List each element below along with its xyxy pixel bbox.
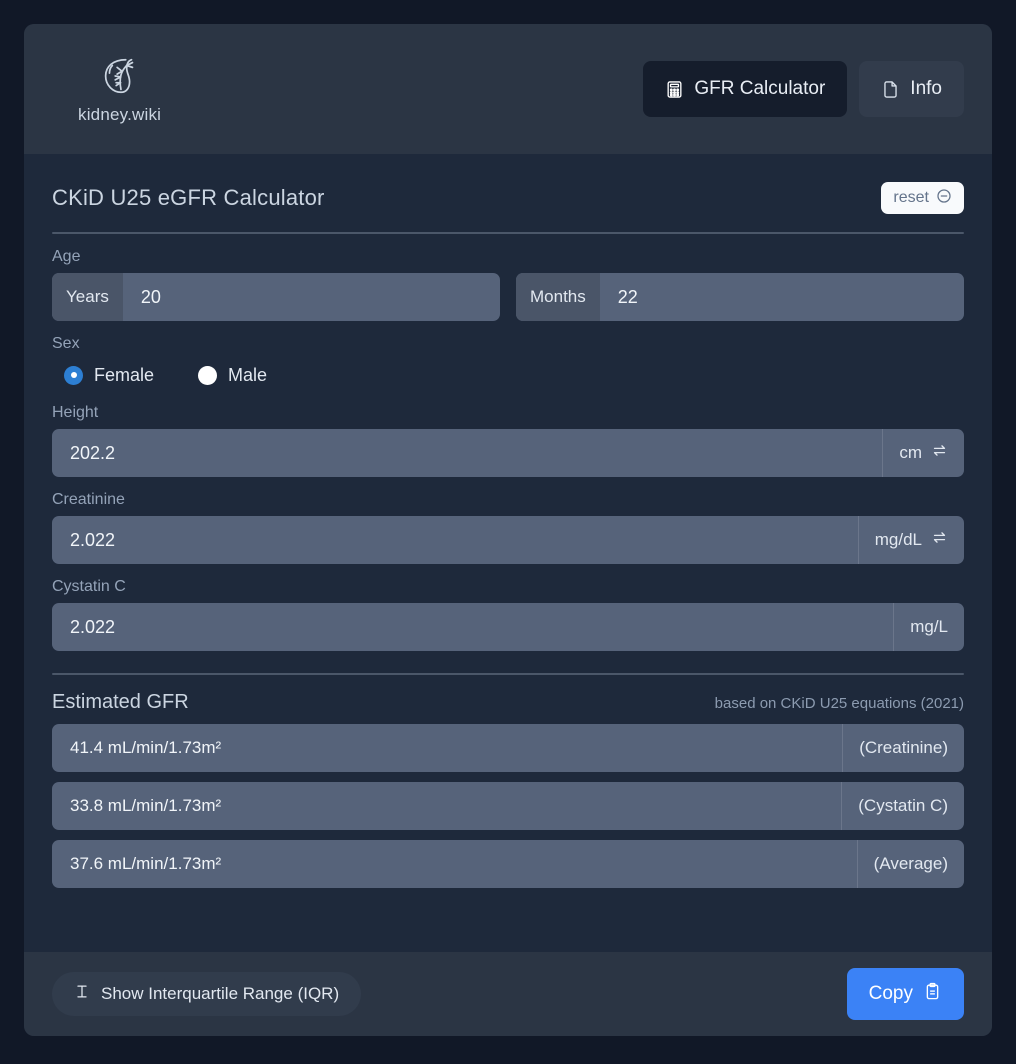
reset-label: reset [893, 189, 929, 206]
page-title: CKiD U25 eGFR Calculator [52, 185, 325, 210]
sex-option-label: Male [228, 364, 268, 385]
cystatin-c-label: Cystatin C [52, 578, 126, 595]
result-row-creatinine: 41.4 mL/min/1.73m² (Creatinine) [52, 724, 964, 772]
calculator-icon [665, 80, 684, 99]
height-field[interactable]: 202.2 cm [52, 429, 964, 477]
results-subtitle: based on CKiD U25 equations (2021) [714, 695, 964, 712]
swap-arrows-icon [931, 529, 948, 551]
results-divider [52, 673, 964, 675]
result-row-average: 37.6 mL/min/1.73m² (Average) [52, 840, 964, 888]
height-unit-label: cm [899, 443, 922, 462]
radio-male-icon[interactable] [198, 365, 218, 385]
result-source: (Cystatin C) [841, 782, 964, 830]
show-iqr-button[interactable]: Show Interquartile Range (IQR) [52, 972, 362, 1016]
cystatin-c-field[interactable]: 2.022 mg/L [52, 603, 964, 651]
calculator-window: kidney.wiki GFR Calculator Info CKiD U25… [24, 24, 992, 1036]
age-months-input[interactable]: 22 [600, 273, 964, 321]
copy-button[interactable]: Copy [846, 968, 964, 1020]
brand-name: kidney.wiki [78, 105, 162, 124]
height-label: Height [52, 404, 99, 421]
kidney-icon [97, 53, 143, 99]
age-years-prefix: Years [52, 273, 123, 321]
age-label: Age [52, 248, 81, 265]
age-years-input[interactable]: 20 [123, 273, 500, 321]
result-source: (Average) [856, 840, 964, 888]
sex-option-male[interactable]: Male [198, 365, 267, 386]
results-header: Estimated GFR based on CKiD U25 equation… [52, 691, 964, 714]
age-months-field[interactable]: Months 22 [516, 273, 964, 321]
result-value: 33.8 mL/min/1.73m² [70, 796, 222, 815]
tab-label: Info [910, 78, 942, 99]
tab-gfr-calculator[interactable]: GFR Calculator [643, 61, 848, 117]
result-value: 37.6 mL/min/1.73m² [70, 854, 222, 873]
results-title: Estimated GFR [52, 691, 189, 713]
result-value: 41.4 mL/min/1.73m² [70, 738, 222, 757]
panel-title-row: CKiD U25 eGFR Calculator reset [52, 178, 964, 218]
height-input[interactable]: 202.2 [52, 429, 882, 477]
height-unit-toggle[interactable]: cm [882, 429, 964, 477]
circle-minus-icon [936, 188, 952, 209]
header-tabs: GFR Calculator Info [643, 61, 964, 117]
title-divider [52, 232, 964, 234]
sex-option-label: Female [94, 364, 155, 385]
app-header: kidney.wiki GFR Calculator Info [24, 24, 992, 154]
calculator-form: CKiD U25 eGFR Calculator reset Age Years… [24, 154, 992, 938]
creatinine-field[interactable]: 2.022 mg/dL [52, 516, 964, 564]
age-row: Years 20 Months 22 [52, 273, 964, 321]
error-bar-icon [74, 983, 90, 1005]
sex-label: Sex [52, 335, 80, 352]
brand: kidney.wiki [52, 53, 161, 125]
clipboard-icon [923, 982, 942, 1007]
cystatin-c-unit-label: mg/L [893, 603, 964, 651]
tab-label: GFR Calculator [694, 78, 826, 99]
document-icon [881, 80, 900, 99]
age-months-prefix: Months [516, 273, 600, 321]
age-years-field[interactable]: Years 20 [52, 273, 500, 321]
tab-info[interactable]: Info [859, 61, 964, 117]
swap-arrows-icon [931, 442, 948, 464]
result-source: (Creatinine) [842, 724, 964, 772]
sex-option-female[interactable]: Female [64, 365, 154, 386]
reset-button[interactable]: reset [881, 182, 964, 214]
creatinine-unit-label: mg/dL [874, 530, 922, 549]
result-row-cystatin-c: 33.8 mL/min/1.73m² (Cystatin C) [52, 782, 964, 830]
creatinine-label: Creatinine [52, 491, 125, 508]
sex-radio-group: Female Male [52, 360, 964, 390]
show-iqr-label: Show Interquartile Range (IQR) [101, 984, 340, 1003]
app-footer: Show Interquartile Range (IQR) Copy [24, 952, 992, 1036]
radio-female-icon[interactable] [64, 365, 83, 385]
cystatin-c-input[interactable]: 2.022 [52, 603, 893, 651]
creatinine-input[interactable]: 2.022 [52, 516, 858, 564]
copy-label: Copy [868, 983, 913, 1004]
creatinine-unit-toggle[interactable]: mg/dL [857, 516, 964, 564]
